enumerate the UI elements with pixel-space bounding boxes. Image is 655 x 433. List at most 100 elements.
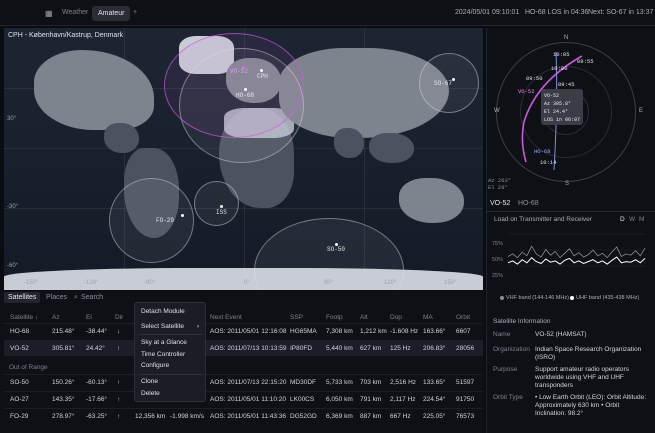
los-readout: HO-68 LOS in 04:36 (525, 9, 589, 16)
info-value: • Low Earth Orbit (LEO): Orbit Altitude:… (535, 394, 647, 417)
info-key: Purpose (493, 366, 518, 373)
tab-amateur[interactable]: Amateur (92, 6, 131, 21)
menu-configure[interactable]: Configure (141, 362, 169, 369)
context-menu: Detach Module Select Satellite › Sky at … (134, 302, 206, 402)
cell-alt: 887 km (360, 413, 382, 420)
lat-label: 30° (7, 116, 17, 122)
el-readout: El 29° (488, 184, 508, 191)
footprint-ho68 (179, 48, 304, 163)
menu-sky-at-a-glance[interactable]: Sky at a Glance (141, 339, 187, 346)
period-week[interactable]: W (629, 216, 635, 223)
cell-az: 215.48° (52, 328, 75, 335)
table-row[interactable]: FO-29 278.97° -63.25° ↑ 12,356 km -1.998 km/s… (4, 408, 483, 424)
cell-name: SO-50 (10, 379, 29, 386)
tab-weather[interactable]: Weather (62, 9, 88, 16)
central-america (104, 123, 139, 153)
cell-event: AOS: 2011/05/01 11:10:20 (210, 396, 287, 403)
cell-footp: 6,050 km (326, 396, 353, 403)
cell-dir: ↑ (117, 379, 121, 386)
pass-time: 09:50 (526, 75, 543, 82)
table-row[interactable]: AO-27 143.35° -17.66° ↑ AOS: 2011/05/01 11:1… (4, 391, 483, 407)
cell-event: AOS: 2011/07/13 22:15:20 (210, 379, 287, 386)
cell-rate: -1.998 km/s (170, 413, 204, 420)
sat-marker-so67[interactable] (452, 78, 455, 81)
tab-satellites[interactable]: Satellites (4, 292, 41, 303)
cell-name: VO-52 (10, 345, 29, 352)
col-orbit[interactable]: Orbit (456, 314, 470, 321)
tooltip-el: El 24.4° (544, 109, 569, 115)
sat-marker-ho68[interactable] (244, 88, 247, 91)
col-el[interactable]: El (86, 314, 92, 321)
satellite-tabs: VO-52 HO-68 (486, 198, 655, 212)
top-bar: ▦ Weather Amateur + 2024/05/01 09:10:01 … (0, 0, 655, 26)
info-key: Orbit Type (493, 394, 523, 401)
cell-dop: 2,117 Hz (390, 396, 416, 403)
cell-ma: 225.05° (423, 413, 446, 420)
col-next-event[interactable]: Next Event (210, 314, 242, 321)
menu-time-controller[interactable]: Time Controller (141, 351, 185, 358)
tab-ho68[interactable]: HO-68 (518, 200, 539, 207)
lon-label: 150° (444, 280, 457, 286)
sat-marker-iss[interactable] (220, 205, 223, 208)
tab-vo52[interactable]: VO-52 (490, 200, 510, 207)
cell-ssp: MD30DF (290, 379, 317, 386)
info-value: VO-52 (HAMSAT) (535, 331, 587, 338)
load-chart (507, 233, 646, 267)
cell-ma: 133.65° (423, 379, 446, 386)
cph-label: CPH (257, 73, 268, 80)
cell-ssp: HG65MA (290, 328, 317, 335)
menu-divider (139, 374, 203, 375)
col-ssp[interactable]: SSP (290, 314, 303, 321)
col-dir[interactable]: Dir (115, 314, 123, 321)
col-ma[interactable]: MA (423, 314, 433, 321)
table-row[interactable]: VO-52 305.81° 24.42° ↑ AOS: 2011/07/13 10:13… (4, 340, 483, 356)
sat-info-header: Satellite Information (493, 318, 551, 325)
col-footp[interactable]: Footp (326, 314, 343, 321)
menu-select-satellite[interactable]: Select Satellite (141, 323, 184, 330)
tooltip-az: Az 305.8° (544, 101, 572, 107)
polar-label-ho68: HO-68 (534, 148, 551, 155)
footprint-fo29 (109, 178, 194, 263)
table-row[interactable]: SO-50 150.26° -60.13° ↑ AOS: 2011/07/13 22:1… (4, 374, 483, 390)
cell-name: HO-68 (10, 328, 30, 335)
search-input[interactable]: Search (81, 294, 103, 301)
cell-el: -17.66° (86, 396, 108, 403)
pass-time: 10:05 (553, 51, 570, 58)
col-az[interactable]: Az (52, 314, 60, 321)
col-dop[interactable]: Dop (390, 314, 402, 321)
col-alt[interactable]: Alt (360, 314, 368, 321)
grid-icon[interactable]: ▦ (45, 9, 53, 18)
pass-time: 10:14 (540, 159, 557, 166)
world-map[interactable]: VO-52 CPH HO-68 SO-67 FO-29 ISS SO-50 30… (4, 28, 483, 290)
sat-label-so67: SO-67 (434, 80, 453, 87)
period-day[interactable]: D (620, 216, 625, 223)
menu-detach-module[interactable]: Detach Module (141, 308, 185, 315)
menu-delete[interactable]: Delete (141, 390, 160, 397)
cell-dir: ↑ (117, 396, 121, 403)
cell-orbit: 6607 (456, 328, 471, 335)
cell-ma: 206.83° (423, 345, 446, 352)
sat-label-iss: ISS (216, 209, 227, 216)
cell-footp: 5,733 km (326, 379, 353, 386)
period-month[interactable]: M (639, 216, 644, 223)
cell-orbit: 76573 (456, 413, 475, 420)
info-value: Indian Space Research Organization (ISRO… (535, 346, 642, 361)
info-key: Name (493, 331, 511, 338)
series-line-uhf (507, 256, 646, 265)
menu-clone[interactable]: Clone (141, 378, 158, 385)
info-row: Organization Indian Space Research Organi… (493, 346, 641, 361)
chart-title: Load on Transmitter and Receiver (494, 216, 592, 223)
footprint-iss (194, 181, 239, 226)
add-tab-button[interactable]: + (133, 9, 137, 16)
cell-orbit: 51597 (456, 379, 475, 386)
series-line-vhf (507, 245, 646, 259)
tab-places[interactable]: Places (46, 294, 67, 301)
cell-ma: 224.54° (423, 396, 446, 403)
cell-event: AOS: 2011/07/13 10:13:59 (210, 345, 287, 352)
col-satellite[interactable]: Satellite ↓ (10, 314, 38, 321)
sat-marker-fo29[interactable] (181, 214, 184, 217)
lon-label: 120° (384, 280, 397, 286)
table-row[interactable]: HO-68 215.48° -38.44° ↓ AOS: 2011/05/01 12:1… (4, 323, 483, 339)
cell-name: FO-29 (10, 413, 29, 420)
info-value: Support amateur radio operators worldwid… (535, 366, 629, 389)
